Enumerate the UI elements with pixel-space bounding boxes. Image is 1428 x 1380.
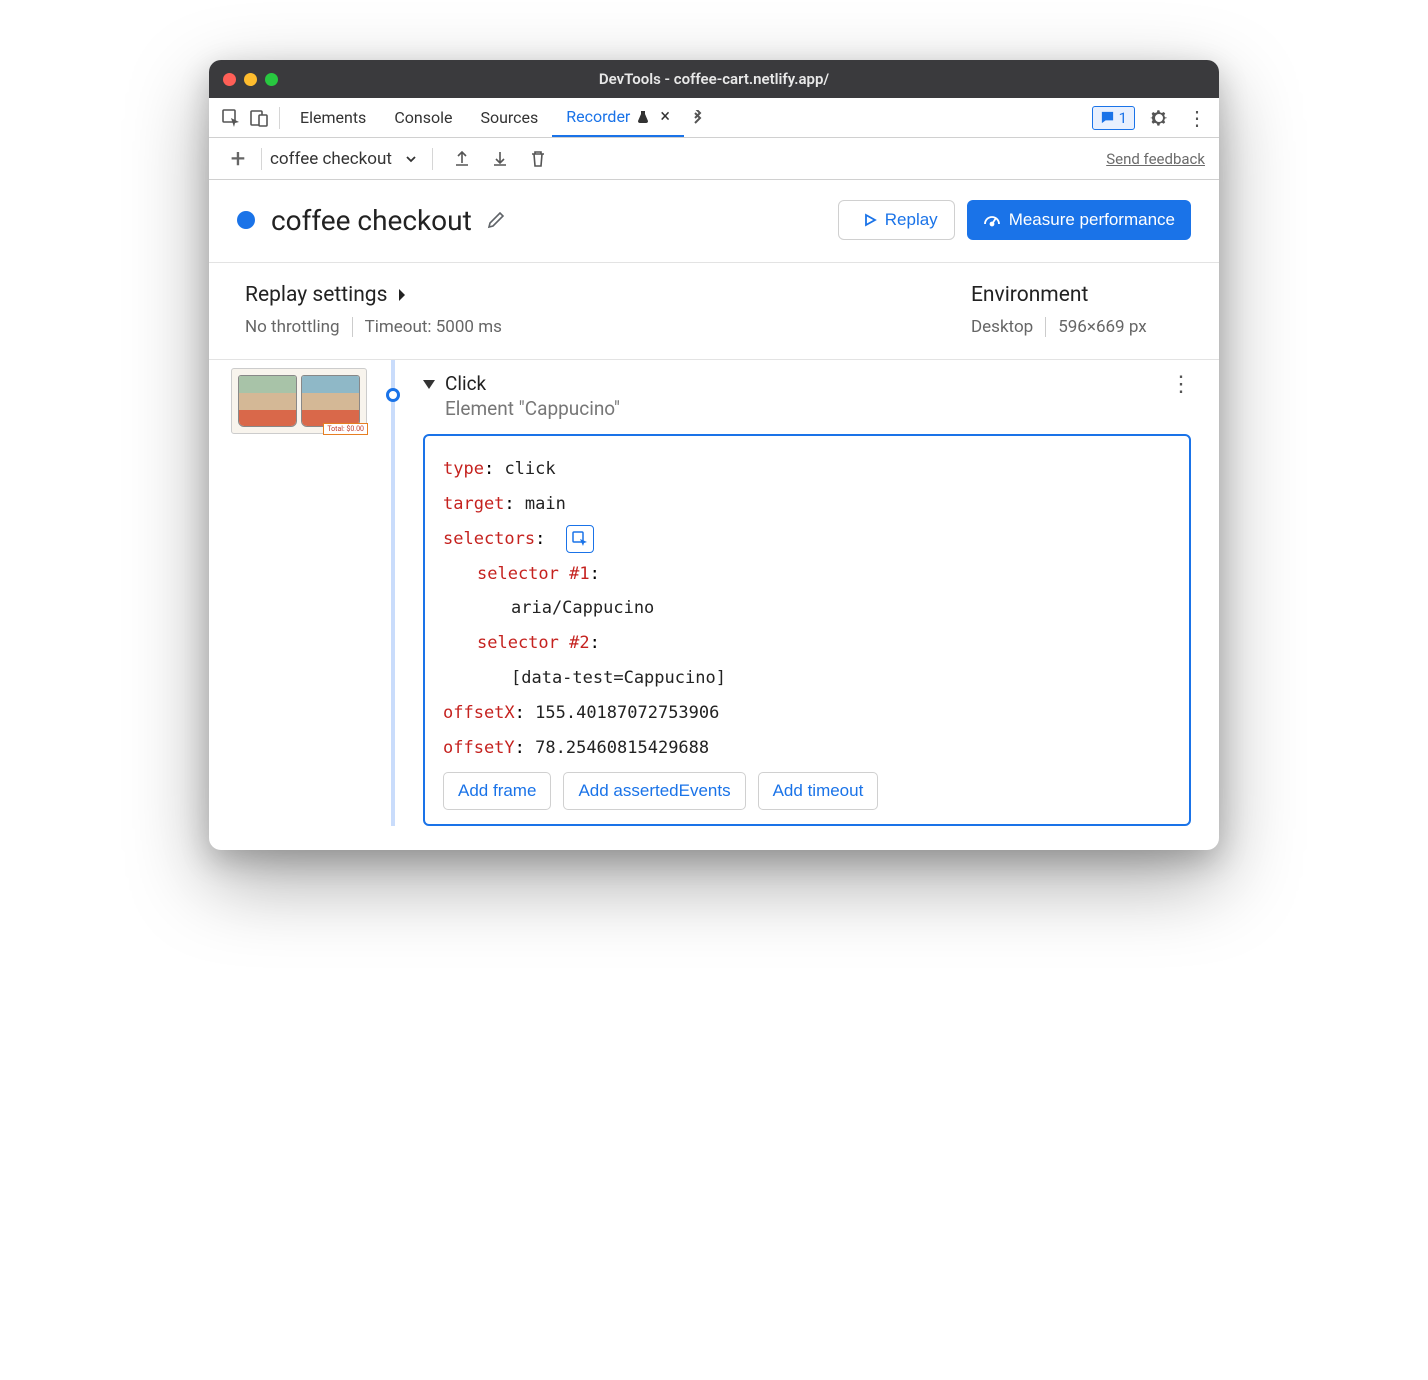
devtools-window: DevTools - coffee-cart.netlify.app/ Elem… [209,60,1219,850]
divider [261,148,262,170]
delete-icon[interactable] [523,144,553,174]
field-value[interactable]: 155.40187072753906 [535,703,719,723]
divider [279,107,280,129]
window-title: DevTools - coffee-cart.netlify.app/ [209,70,1219,88]
issues-count: 1 [1119,109,1127,127]
step-subtitle: Element "Cappucino" [445,397,620,420]
tab-label: Recorder [566,107,630,126]
device-toolbar-icon[interactable] [245,104,273,132]
step-detail: Click Element "Cappucino" ⋮ type: click … [419,360,1219,826]
expand-step-icon[interactable] [423,380,435,389]
field-value[interactable]: [data-test=Cappucino] [511,668,726,688]
kebab-menu-icon[interactable]: ⋮ [1183,104,1211,132]
timeline-step-dot [386,388,400,402]
inspect-element-icon[interactable] [217,104,245,132]
field-value[interactable]: main [525,494,566,514]
timeline-rail [379,360,419,826]
edit-title-icon[interactable] [486,210,506,230]
settings-row: Replay settings No throttling Timeout: 5… [209,263,1219,360]
add-asserted-events-button[interactable]: Add assertedEvents [563,772,745,810]
recording-title: coffee checkout [271,204,472,237]
throttling-value: No throttling [245,317,340,337]
field-key: selector #2 [477,633,590,653]
settings-icon[interactable] [1145,104,1173,132]
viewport-value: 596×669 px [1058,317,1146,337]
field-key: selectors [443,529,535,549]
chevron-down-icon [404,152,418,166]
step-body: type: click target: main selectors: sele… [423,434,1191,826]
tab-console[interactable]: Console [380,98,466,137]
issues-badge[interactable]: 1 [1092,106,1135,130]
tab-elements[interactable]: Elements [286,98,380,137]
step-thumbnail[interactable]: Total: $0.00 [231,368,367,434]
chat-icon [1100,110,1115,125]
thumbnail-column: Total: $0.00 [209,360,379,826]
tab-label: Elements [300,108,366,127]
field-key: offsetX [443,703,515,723]
replay-settings-toggle[interactable]: Replay settings [245,283,971,307]
export-icon[interactable] [447,144,477,174]
environment-label: Environment [971,283,1088,307]
measure-label: Measure performance [1009,210,1175,230]
field-value[interactable]: click [504,459,555,479]
gauge-icon [983,211,1001,229]
field-key: offsetY [443,738,515,758]
divider [1045,317,1046,337]
field-value[interactable]: 78.25460815429688 [535,738,709,758]
close-tab-icon[interactable]: × [660,106,670,127]
window-titlebar: DevTools - coffee-cart.netlify.app/ [209,60,1219,98]
zoom-window-button[interactable] [265,73,278,86]
tab-recorder[interactable]: Recorder × [552,98,684,137]
pick-selector-icon[interactable] [566,525,594,553]
timeout-value: Timeout: 5000 ms [365,317,502,337]
measure-performance-button[interactable]: Measure performance [967,200,1191,240]
step-menu-icon[interactable]: ⋮ [1170,372,1191,397]
play-icon [863,213,877,227]
import-icon[interactable] [485,144,515,174]
field-value[interactable]: aria/Cappucino [511,598,654,618]
more-tabs-icon[interactable] [684,104,712,132]
recorder-toolbar: + coffee checkout Send feedback [209,138,1219,180]
minimize-window-button[interactable] [244,73,257,86]
replay-label: Replay [885,210,938,230]
steps-area: Total: $0.00 Click Element "Cappucino" ⋮… [209,360,1219,850]
recording-header: coffee checkout Replay Measure performan… [209,180,1219,263]
new-recording-icon[interactable]: + [223,144,253,174]
device-value: Desktop [971,317,1033,337]
recording-name: coffee checkout [270,149,392,169]
flask-icon [636,110,650,124]
tab-sources[interactable]: Sources [466,98,552,137]
add-frame-button[interactable]: Add frame [443,772,551,810]
field-key: target [443,494,504,514]
devtools-tabbar: Elements Console Sources Recorder × 1 ⋮ [209,98,1219,138]
chevron-right-icon [397,289,407,301]
close-window-button[interactable] [223,73,236,86]
divider [352,317,353,337]
recording-selector[interactable]: coffee checkout [270,149,418,169]
divider [432,148,433,170]
replay-settings-label: Replay settings [245,283,387,307]
traffic-lights [223,73,278,86]
field-key: selector #1 [477,564,590,584]
replay-button[interactable]: Replay [838,200,955,240]
tab-label: Sources [480,108,538,127]
tab-label: Console [394,108,452,127]
price-tag: Total: $0.00 [323,423,368,435]
recording-status-dot [237,211,255,229]
add-timeout-button[interactable]: Add timeout [758,772,879,810]
send-feedback-link[interactable]: Send feedback [1106,150,1205,168]
step-title: Click [445,372,620,395]
field-key: type [443,459,484,479]
